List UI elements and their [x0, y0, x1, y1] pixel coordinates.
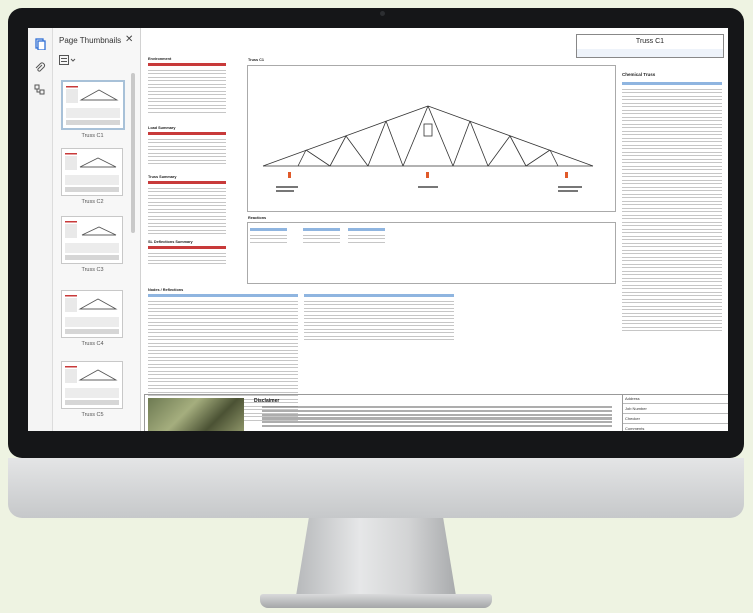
thumbnail-image: [61, 216, 123, 264]
thumbnail-label: Truss C2: [81, 199, 104, 205]
reaction-table-header: [348, 228, 385, 231]
nodes-table-right: [304, 298, 454, 340]
reactions-frame: [247, 222, 616, 284]
title-block-row: Job Number: [623, 404, 728, 414]
thumbnail-image: [61, 148, 123, 196]
page-thumbnails-panel: Page Thumbnails ✕ Truss C1 Truss C2 Trus…: [53, 28, 141, 431]
truss-summary-table: [148, 185, 226, 234]
members-table: [622, 86, 722, 331]
reaction-table-3: [348, 232, 385, 243]
thumbnail-label: Truss C1: [81, 133, 104, 139]
truss-drawing-frame: [247, 65, 616, 212]
page-thumbnails-icon[interactable]: [34, 38, 46, 50]
thumbnail-label: Truss C4: [81, 341, 104, 347]
panel-title: Page Thumbnails: [59, 36, 122, 45]
reaction-table-header: [250, 228, 287, 231]
thumbnail-page-4[interactable]: Truss C4: [61, 290, 124, 347]
chemical-truss-title: Chemical Truss: [622, 72, 656, 77]
load-summary-table: [148, 136, 226, 164]
title-block-row: Comments: [623, 424, 728, 431]
section-nodes: Nodes / Reflections: [148, 288, 184, 292]
thumbnail-image: [61, 290, 123, 338]
monitor-stand: [296, 518, 456, 596]
table-header: [148, 63, 226, 66]
truss-label: Truss C1: [248, 58, 265, 62]
nodes-table-header: [304, 294, 454, 297]
title-block-row: Address: [623, 394, 728, 404]
truss-diagram: [262, 105, 594, 192]
section-truss-summary: Truss Summary: [148, 175, 177, 179]
thumbnail-label: Truss C5: [81, 412, 104, 418]
title-block: Address Job Number Checker Comments: [622, 394, 728, 431]
title-block-row: Checker: [623, 414, 728, 424]
section-deflections: SL Deflections Summary: [148, 240, 193, 244]
document-header-title: Truss C1: [576, 34, 724, 50]
section-reactions: Reactions: [248, 216, 267, 220]
deflections-table: [148, 250, 226, 264]
thumbnail-label: Truss C3: [81, 267, 104, 273]
close-icon[interactable]: ✕: [125, 34, 133, 45]
thumbnail-page-5[interactable]: Truss C5: [61, 361, 124, 418]
disclaimer-text: [262, 406, 612, 429]
thumbnail-page-3[interactable]: Truss C3: [61, 216, 124, 273]
reaction-table-2: [303, 232, 340, 243]
thumbnail-page-1[interactable]: Truss C1: [61, 80, 125, 139]
project-photo: [148, 398, 244, 431]
thumbnail-page-2[interactable]: Truss C2: [61, 148, 124, 205]
screen: Page Thumbnails ✕ Truss C1 Truss C2 Trus…: [28, 28, 728, 431]
camera-dot: [380, 11, 385, 16]
section-environment: Environment: [148, 57, 172, 61]
layers-icon[interactable]: [34, 84, 46, 96]
members-table-header: [622, 82, 722, 85]
section-load-summary: Load Summary: [148, 126, 176, 130]
thumbnail-image: [61, 80, 125, 130]
table-header: [148, 181, 226, 184]
tool-rail: [28, 28, 53, 431]
monitor-base: [260, 594, 492, 608]
table-header: [148, 132, 226, 135]
monitor-chin: [8, 458, 744, 518]
nodes-table-header: [148, 294, 298, 297]
disclaimer-title: Disclaimer: [254, 398, 280, 404]
reaction-table-header: [303, 228, 340, 231]
environment-table: [148, 67, 226, 113]
attachment-icon[interactable]: [34, 62, 46, 74]
reaction-table-1: [250, 232, 287, 243]
thumbnail-options-icon[interactable]: [59, 55, 77, 66]
header-subbar: [576, 49, 724, 58]
document-page: Truss C1 Environment Load Summary Truss …: [144, 32, 728, 431]
table-header: [148, 246, 226, 249]
thumbnail-image: [61, 361, 123, 409]
thumbnail-scrollbar[interactable]: [131, 73, 135, 233]
